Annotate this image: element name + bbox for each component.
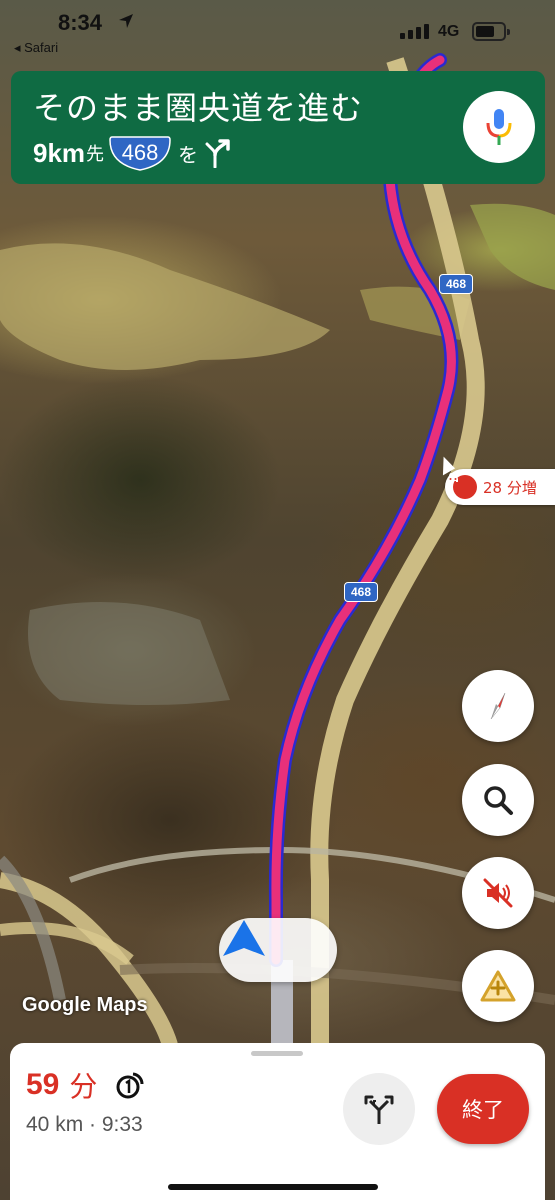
alternate-routes-button[interactable] [343,1073,415,1145]
navigation-arrow-icon [223,920,265,956]
slight-right-fork-icon [205,139,230,168]
route-options-icon [116,1072,144,1099]
trip-summary-sheet[interactable]: 59 分 40 km · 9:33 終了 [10,1043,545,1200]
alternate-routes-icon [364,1095,394,1124]
maneuver-distance: 9km [33,137,86,168]
current-location-puck [219,918,337,982]
distance-suffix: 先 [86,144,105,165]
location-arrow-icon [119,14,133,28]
traffic-delay-text: 28 分増 [483,478,537,497]
status-time: 8:34 [58,10,103,35]
village-area [28,602,230,705]
golf-course-area [470,203,555,290]
network-type: 4G [438,23,460,40]
report-incident-icon [480,970,516,1002]
navigation-instruction-banner[interactable]: そのまま圏央道を進む 9km 先 468 を [11,71,545,184]
compass-icon [490,692,506,720]
traffic-delay-callout[interactable]: 28 分増 [445,469,555,505]
eta-row: 59 分 [26,1065,145,1105]
search-button[interactable] [462,764,534,836]
eta-duration-unit: 分 [69,1070,98,1103]
golf-course-area [0,243,330,370]
next-maneuver: 9km 先 468 を [33,133,234,173]
traffic-car-icon [448,473,477,499]
eta-duration: 59 [26,1068,60,1101]
back-to-safari-link[interactable]: ◂ Safari [14,40,58,56]
signal-strength-icon [400,24,429,39]
battery-icon [472,22,510,41]
route-line [271,55,456,965]
google-maps-attribution: Google Maps [22,994,148,1016]
trip-distance-arrival: 40 km · 9:33 [26,1113,143,1136]
map-route-shield: 468 [344,582,379,602]
report-incident-button[interactable] [462,950,534,1022]
mute-sound-button[interactable] [462,857,534,929]
home-indicator[interactable] [168,1184,378,1190]
sound-off-icon [483,878,513,908]
exit-navigation-button[interactable]: 終了 [437,1074,529,1144]
route-shield-number: 468 [121,140,159,165]
compass-button[interactable] [462,670,534,742]
sheet-drag-handle[interactable] [251,1051,303,1056]
route-shield: 468 [108,134,172,172]
voice-search-button[interactable] [463,91,535,163]
search-icon [484,786,513,815]
microphone-icon [486,109,512,145]
status-bar: 8:34 ◂ Safari 4G [0,0,555,62]
route-line-outline [268,53,459,967]
instruction-particle: を [178,142,199,167]
map-route-shield: 468 [439,274,474,294]
instruction-text: そのまま圏央道を進む [33,89,364,127]
